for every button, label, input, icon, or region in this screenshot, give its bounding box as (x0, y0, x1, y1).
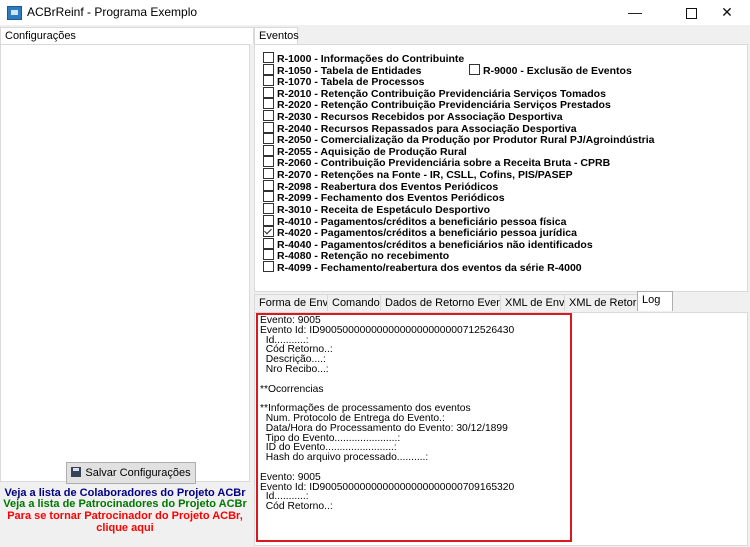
checkbox-icon (263, 133, 274, 145)
eventos-panel: Eventos R-1000 - Informações do Contribu… (254, 25, 750, 292)
checkbox-icon (263, 179, 274, 191)
log-textarea[interactable]: Evento: 9005 Evento Id: ID900500000000000… (254, 312, 748, 546)
event-checkbox-item[interactable]: R-4099 - Fechamento/reabertura dos event… (263, 260, 655, 274)
log-line: Cód Retorno..: (260, 501, 333, 513)
checkbox-icon (263, 52, 274, 63)
checkbox-icon (263, 75, 274, 87)
tab-eventos[interactable]: Eventos (254, 27, 299, 44)
event-checkbox-item[interactable]: R-2070 - Retenções na Fonte - IR, CSLL, … (263, 168, 655, 181)
checkbox-icon (263, 98, 274, 110)
eventos-list: R-1000 - Informações do Contribuinte R-10… (263, 52, 655, 274)
event-checkbox-item[interactable]: R-4080 - Retenção no recebimento (263, 249, 655, 262)
title-bar: ACBrReinf - Programa Exemplo — ✕ (0, 0, 750, 25)
event-label: R-4099 - Fechamento/reabertura dos event… (277, 261, 582, 274)
event-label: R-9000 - Exclusão de Eventos (483, 65, 632, 77)
event-checkbox-item[interactable]: R-2055 - Aquisição de Produção Rural (263, 144, 655, 158)
close-button[interactable]: ✕ (704, 0, 750, 25)
floppy-disk-icon (71, 467, 82, 477)
save-config-label: Salvar Configurações (85, 467, 191, 479)
link-patrocinadores[interactable]: Veja a lista de Patrocinadores do Projet… (0, 498, 250, 510)
log-text: Evento: 9005 Evento Id: ID900500000000000… (260, 315, 514, 513)
event-checkbox-item[interactable]: R-2010 - Retenção Contribuição Previdenc… (263, 86, 655, 100)
event-checkbox-item[interactable]: R-2050 - Comercialização da Produção por… (263, 133, 655, 146)
event-checkbox-item[interactable]: R-2040 - Recursos Repassados para Associ… (263, 121, 655, 134)
event-checkbox-item[interactable]: R-2098 - Reabertura dos Eventos Periódic… (263, 179, 655, 193)
checkbox-icon (263, 202, 274, 214)
event-checkbox-item[interactable]: R-4010 - Pagamentos/créditos a beneficiá… (263, 214, 655, 227)
checkbox-icon (263, 191, 274, 203)
checkbox-icon (469, 64, 480, 75)
event-checkbox-item[interactable]: R-2030 - Recursos Recebidos por Associaç… (263, 110, 655, 123)
checkbox-icon (263, 156, 274, 168)
checkbox-icon (263, 214, 274, 226)
eventos-content: R-1000 - Informações do Contribuinte R-10… (254, 44, 748, 292)
event-checkbox-item[interactable]: R-1000 - Informações do Contribuinte (263, 52, 655, 65)
app-icon (7, 6, 22, 20)
window-title: ACBrReinf - Programa Exemplo (27, 5, 198, 19)
checkbox-icon (263, 110, 274, 122)
link-patrocinar-line2: clique aqui (96, 522, 154, 534)
event-checkbox-r9000[interactable]: R-9000 - Exclusão de Eventos (469, 64, 632, 77)
checkbox-icon (263, 63, 274, 75)
checkbox-icon (263, 237, 274, 249)
checkbox-icon (263, 226, 274, 238)
checkbox-icon (263, 249, 274, 261)
link-patrocinar[interactable]: Para se tornar Patrocinador do Projeto A… (0, 510, 250, 534)
event-checkbox-item[interactable]: R-2020 - Retenção Contribuição Previdenc… (263, 98, 655, 111)
maximize-icon (685, 7, 697, 19)
checkbox-icon (263, 144, 274, 156)
log-line: **Ocorrencias (260, 383, 324, 395)
tab-configuracoes[interactable]: Configurações (0, 27, 254, 44)
checkbox-icon (263, 121, 274, 133)
event-checkbox-item[interactable]: R-4040 - Pagamentos/créditos a beneficiá… (263, 237, 655, 251)
save-config-button[interactable]: Salvar Configurações (66, 462, 196, 484)
minimize-button[interactable]: — (612, 0, 658, 25)
bottom-tabs-panel: Forma de Envio Comandos Dados de Retorno… (254, 291, 750, 547)
config-content-area[interactable] (0, 44, 250, 482)
event-checkbox-item[interactable]: R-4020 - Pagamentos/créditos a beneficiá… (263, 226, 655, 239)
event-checkbox-item[interactable]: R-2099 - Fechamento dos Eventos Periódic… (263, 191, 655, 204)
checkbox-icon (263, 86, 274, 98)
log-line: Hash do arquivo processado..........: (260, 452, 429, 464)
tab-log[interactable]: Log (637, 291, 673, 311)
event-checkbox-item[interactable]: R-2060 - Contribuição Previdenciária sob… (263, 156, 655, 169)
checkbox-icon (263, 168, 274, 180)
checkbox-icon (263, 260, 274, 272)
event-checkbox-item[interactable]: R-3010 - Receita de Espetáculo Desportiv… (263, 202, 655, 216)
link-patrocinar-line1: Para se tornar Patrocinador do Projeto A… (7, 510, 243, 522)
log-line: Nro Recibo...: (260, 363, 329, 375)
config-panel: Configurações Salvar Configurações Veja … (0, 25, 254, 547)
